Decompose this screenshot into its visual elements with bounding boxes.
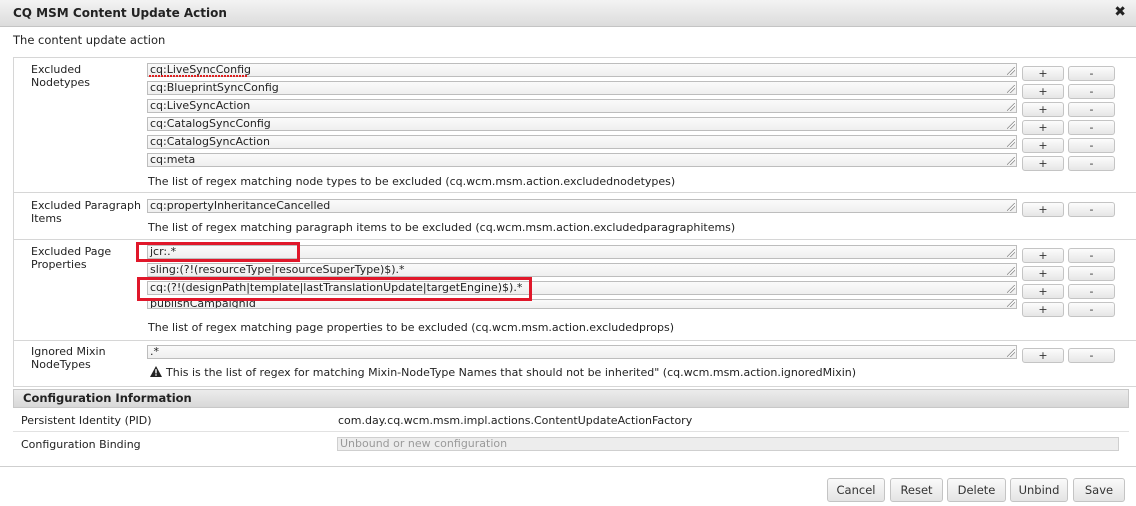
warning-icon [150, 366, 162, 377]
resize-grip-icon[interactable] [1007, 285, 1015, 293]
remove-nodetype-button[interactable]: - [1068, 120, 1115, 135]
add-page-property-button[interactable]: + [1022, 284, 1064, 299]
resize-grip-icon[interactable] [1007, 349, 1015, 357]
nodetype-field-6[interactable]: cq:meta [147, 153, 1017, 167]
dialog-titlebar: CQ MSM Content Update Action ✖ [0, 0, 1136, 27]
configuration-binding-label: Configuration Binding [21, 438, 141, 451]
cancel-button[interactable]: Cancel [827, 478, 885, 502]
pid-label: Persistent Identity (PID) [21, 414, 152, 427]
spellcheck-underline [149, 75, 248, 77]
nodetype-field-3[interactable]: cq:LiveSyncAction [147, 99, 1017, 113]
add-nodetype-button[interactable]: + [1022, 138, 1064, 153]
add-page-property-button[interactable]: + [1022, 248, 1064, 263]
remove-page-property-button[interactable]: - [1068, 284, 1115, 299]
excluded-nodetypes-help: The list of regex matching node types to… [148, 175, 676, 188]
dialog-description: The content update action [13, 33, 166, 47]
remove-page-property-button[interactable]: - [1068, 266, 1115, 281]
save-button[interactable]: Save [1073, 478, 1125, 502]
nodetype-field-1[interactable]: cq:LiveSyncConfig [147, 63, 1017, 77]
add-nodetype-button[interactable]: + [1022, 156, 1064, 171]
reset-button[interactable]: Reset [890, 478, 943, 502]
add-nodetype-button[interactable]: + [1022, 84, 1064, 99]
configuration-information-header: Configuration Information [13, 389, 1129, 408]
unbind-button[interactable]: Unbind [1010, 478, 1068, 502]
ignored-mixin-field-1[interactable]: .* [147, 345, 1017, 359]
pid-value: com.day.cq.wcm.msm.impl.actions.ContentU… [338, 414, 693, 427]
delete-button[interactable]: Delete [947, 478, 1006, 502]
paragraph-item-field-1[interactable]: cq:propertyInheritanceCancelled [147, 199, 1017, 213]
highlight-box [136, 242, 300, 262]
nodetype-field-5[interactable]: cq:CatalogSyncAction [147, 135, 1017, 149]
divider [13, 57, 1136, 58]
add-nodetype-button[interactable]: + [1022, 66, 1064, 81]
resize-grip-icon[interactable] [1007, 121, 1015, 129]
highlight-box [137, 277, 532, 301]
remove-nodetype-button[interactable]: - [1068, 138, 1115, 153]
remove-page-property-button[interactable]: - [1068, 302, 1115, 317]
excluded-page-properties-label: Excluded Page Properties [31, 245, 112, 271]
dialog-title: CQ MSM Content Update Action [13, 6, 227, 20]
page-property-field-2[interactable]: sling:(?!(resourceType|resourceSuperType… [147, 263, 1017, 277]
add-page-property-button[interactable]: + [1022, 266, 1064, 281]
excluded-page-properties-help: The list of regex matching page properti… [148, 321, 674, 334]
add-ignored-mixin-button[interactable]: + [1022, 348, 1064, 363]
remove-paragraph-item-button[interactable]: - [1068, 202, 1115, 217]
configuration-binding-field[interactable]: Unbound or new configuration [337, 437, 1119, 451]
ignored-mixin-help: This is the list of regex for matching M… [166, 366, 857, 379]
resize-grip-icon[interactable] [1007, 249, 1015, 257]
ignored-mixin-label: Ignored Mixin NodeTypes [31, 345, 106, 371]
divider [13, 386, 1136, 387]
resize-grip-icon[interactable] [1007, 157, 1015, 165]
excluded-paragraph-items-help: The list of regex matching paragraph ite… [148, 221, 736, 234]
remove-nodetype-button[interactable]: - [1068, 84, 1115, 99]
resize-grip-icon[interactable] [1007, 103, 1015, 111]
remove-page-property-button[interactable]: - [1068, 248, 1115, 263]
add-nodetype-button[interactable]: + [1022, 102, 1064, 117]
close-icon[interactable]: ✖ [1114, 4, 1126, 20]
excluded-nodetypes-label: Excluded Nodetypes [31, 63, 91, 89]
remove-ignored-mixin-button[interactable]: - [1068, 348, 1115, 363]
divider [13, 57, 14, 386]
resize-grip-icon[interactable] [1007, 85, 1015, 93]
resize-grip-icon[interactable] [1007, 267, 1015, 275]
add-paragraph-item-button[interactable]: + [1022, 202, 1064, 217]
add-page-property-button[interactable]: + [1022, 302, 1064, 317]
remove-nodetype-button[interactable]: - [1068, 102, 1115, 117]
remove-nodetype-button[interactable]: - [1068, 66, 1115, 81]
divider [13, 340, 1136, 341]
resize-grip-icon[interactable] [1007, 300, 1015, 307]
divider [13, 239, 1136, 240]
divider [0, 466, 1136, 467]
nodetype-field-2[interactable]: cq:BlueprintSyncConfig [147, 81, 1017, 95]
resize-grip-icon[interactable] [1007, 203, 1015, 211]
resize-grip-icon[interactable] [1007, 139, 1015, 147]
remove-nodetype-button[interactable]: - [1068, 156, 1115, 171]
nodetype-field-4[interactable]: cq:CatalogSyncConfig [147, 117, 1017, 131]
resize-grip-icon[interactable] [1007, 67, 1015, 75]
divider [13, 192, 1136, 193]
add-nodetype-button[interactable]: + [1022, 120, 1064, 135]
excluded-paragraph-items-label: Excluded Paragraph Items [31, 199, 141, 225]
divider [13, 431, 1129, 432]
